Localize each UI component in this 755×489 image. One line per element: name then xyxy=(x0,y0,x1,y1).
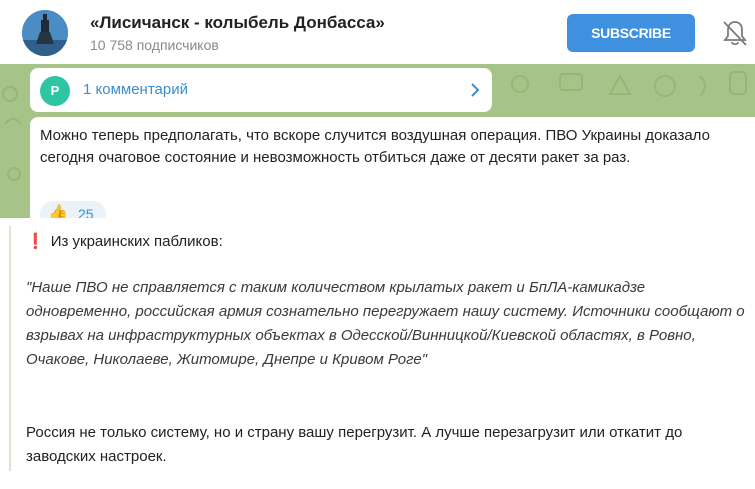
commenter-avatar: P xyxy=(40,76,70,106)
quote-border xyxy=(9,226,11,471)
channel-header: «Лисичанск - колыбель Донбасса» 10 758 п… xyxy=(0,0,755,64)
subscriber-count: 10 758 подписчиков xyxy=(90,37,219,53)
post-body: Россия не только систему, но и страну ва… xyxy=(26,424,683,465)
channel-title[interactable]: «Лисичанск - колыбель Донбасса» xyxy=(90,13,385,33)
comments-count-label: 1 комментарий xyxy=(83,81,188,98)
forwarded-post: ❗ Из украинских пабликов: "Наше ПВО не сп… xyxy=(0,218,755,489)
exclamation-icon: ❗ xyxy=(26,233,45,250)
message-text: Можно теперь предполагать, что вскоре сл… xyxy=(40,127,710,166)
post-heading: ❗ Из украинских пабликов: xyxy=(26,232,223,250)
message-bubble: Можно теперь предполагать, что вскоре сл… xyxy=(30,117,755,218)
chevron-right-icon xyxy=(468,82,482,98)
bell-muted-icon[interactable] xyxy=(722,18,748,48)
subscribe-button[interactable]: SUBSCRIBE xyxy=(567,14,695,52)
thumbs-up-icon: 👍 xyxy=(48,205,68,218)
chat-area: P 1 комментарий Можно теперь предполагат… xyxy=(0,64,755,218)
post-heading-text: Из украинских пабликов: xyxy=(50,233,223,250)
reaction-chip[interactable]: 👍 25 xyxy=(40,201,106,218)
comments-link[interactable]: P 1 комментарий xyxy=(30,68,492,112)
reaction-count: 25 xyxy=(78,206,94,218)
channel-avatar[interactable] xyxy=(22,10,68,56)
post-quote: "Наше ПВО не справляется с таким количес… xyxy=(26,279,745,368)
